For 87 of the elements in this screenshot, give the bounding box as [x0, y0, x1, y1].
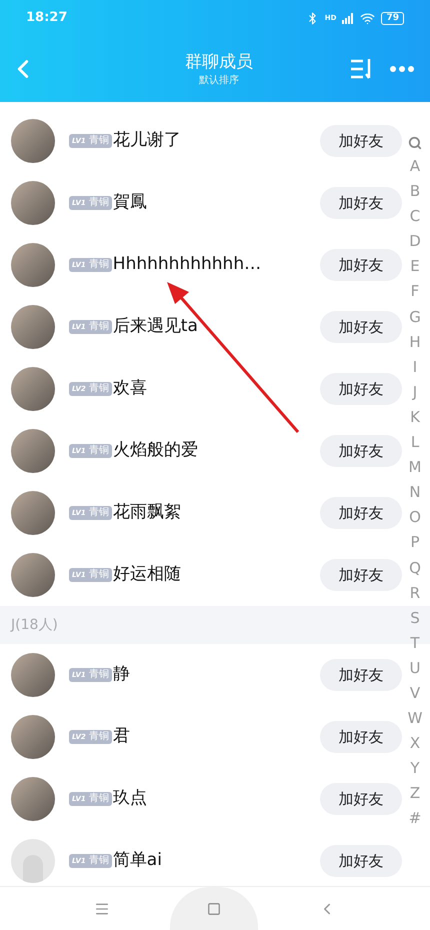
battery-indicator: 79: [381, 12, 404, 24]
member-name: 賀鳳: [112, 191, 148, 214]
home-icon: [207, 902, 221, 916]
rank-label: 青铜: [88, 508, 109, 518]
more-icon: [390, 66, 414, 72]
member-name: 花儿谢了: [112, 129, 182, 152]
member-name: 火焰般的爱: [112, 439, 199, 462]
avatar-photo-placeholder: [11, 119, 55, 163]
add-friend-button[interactable]: 加好友: [320, 559, 402, 591]
index-letter[interactable]: L: [410, 430, 420, 456]
member-name: 静: [112, 663, 131, 686]
index-letter[interactable]: Q: [409, 556, 421, 581]
avatar-photo-placeholder: [11, 777, 55, 821]
index-letter[interactable]: T: [410, 630, 420, 656]
search-icon[interactable]: [408, 136, 422, 150]
rank-label: 青铜: [88, 446, 109, 456]
add-friend-button[interactable]: 加好友: [320, 783, 402, 815]
rank-label: 青铜: [88, 670, 109, 680]
add-friend-button[interactable]: 加好友: [320, 845, 402, 877]
member-name: 君: [112, 725, 131, 748]
rank-label: 青铜: [88, 136, 109, 146]
avatar-photo-placeholder: [11, 367, 55, 411]
index-letter[interactable]: V: [410, 680, 420, 706]
add-friend-button[interactable]: 加好友: [320, 249, 402, 281]
index-letter[interactable]: M: [408, 455, 422, 480]
rank-label: 青铜: [88, 794, 109, 804]
add-friend-button[interactable]: 加好友: [320, 435, 402, 467]
index-letter[interactable]: C: [410, 204, 420, 230]
rank-label: 青铜: [88, 732, 109, 742]
avatar-photo-placeholder: [11, 305, 55, 349]
index-letter[interactable]: K: [410, 404, 420, 430]
page-title: 群聊成员: [185, 50, 253, 72]
wifi-icon: [360, 10, 376, 26]
status-time: 18:27: [26, 9, 68, 28]
avatar-photo-placeholder: [11, 181, 55, 225]
index-letter[interactable]: I: [412, 354, 418, 380]
add-friend-button[interactable]: 加好友: [320, 659, 402, 691]
signal-icon: [342, 12, 354, 24]
index-letter[interactable]: O: [409, 505, 421, 530]
index-letter[interactable]: E: [410, 254, 420, 280]
index-letter[interactable]: X: [410, 731, 420, 756]
add-friend-button[interactable]: 加好友: [320, 187, 402, 219]
rank-label: 青铜: [88, 856, 109, 866]
index-letter[interactable]: Z: [410, 781, 420, 806]
rank-label: 青铜: [88, 384, 109, 394]
index-letter[interactable]: J: [412, 380, 418, 405]
add-friend-button[interactable]: 加好友: [320, 311, 402, 343]
member-name: 欢喜: [112, 377, 148, 400]
avatar-photo-placeholder: [11, 429, 55, 473]
add-friend-button[interactable]: 加好友: [320, 721, 402, 753]
index-letter[interactable]: U: [410, 656, 420, 681]
index-letter[interactable]: F: [410, 279, 420, 305]
rank-label: 青铜: [88, 198, 109, 208]
menu-nav-button[interactable]: [94, 900, 110, 916]
member-name: 简单ai: [112, 849, 163, 872]
index-letter[interactable]: P: [410, 530, 420, 556]
add-friend-button[interactable]: 加好友: [320, 125, 402, 157]
member-name: 后来遇见ta: [112, 315, 199, 338]
avatar-photo-placeholder: [11, 491, 55, 535]
default-avatar: [11, 839, 55, 883]
menu-icon: [94, 900, 110, 916]
add-friend-button[interactable]: 加好友: [320, 497, 402, 529]
member-name: 好运相随: [112, 563, 182, 586]
index-letter[interactable]: D: [409, 229, 421, 254]
index-letter[interactable]: #: [408, 806, 422, 832]
index-letter[interactable]: Y: [410, 756, 420, 782]
avatar-photo-placeholder: [11, 653, 55, 697]
add-friend-button[interactable]: 加好友: [320, 373, 402, 405]
member-name: Hhhhhhhhhhhh…: [112, 253, 262, 276]
rank-label: 青铜: [88, 570, 109, 580]
index-letter[interactable]: A: [410, 154, 420, 180]
more-button[interactable]: [390, 66, 414, 72]
member-name: 玖点: [112, 787, 148, 810]
index-letter[interactable]: G: [409, 304, 421, 330]
index-letter[interactable]: H: [409, 330, 421, 355]
index-letter[interactable]: W: [408, 706, 422, 732]
sort-subtitle: 默认排序: [199, 74, 239, 88]
index-letter[interactable]: R: [410, 580, 420, 606]
avatar-photo-placeholder: [11, 553, 55, 597]
index-letter[interactable]: S: [410, 606, 420, 631]
avatar-photo-placeholder: [11, 715, 55, 759]
index-letter[interactable]: N: [409, 480, 421, 506]
rank-label: 青铜: [88, 322, 109, 332]
avatar-photo-placeholder: [11, 243, 55, 287]
rank-label: 青铜: [88, 260, 109, 270]
member-name: 花雨飘絮: [112, 501, 182, 524]
index-letter[interactable]: B: [410, 179, 420, 204]
